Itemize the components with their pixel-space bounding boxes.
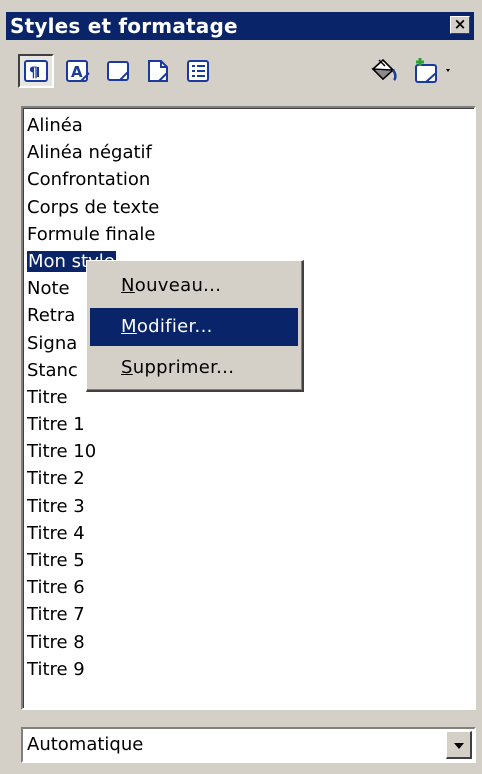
list-styles-icon xyxy=(185,59,211,83)
style-list-item[interactable]: Alinéa xyxy=(27,112,159,139)
style-list-item-label: Titre xyxy=(27,386,68,408)
style-list-item-label: Signa xyxy=(27,332,78,354)
chevron-down-icon xyxy=(453,735,465,754)
style-list-item-label: Titre 8 xyxy=(27,631,85,653)
page-styles-icon xyxy=(145,59,171,83)
style-list-item[interactable]: Titre 5 xyxy=(27,547,159,574)
style-list-item-label: Titre 4 xyxy=(27,522,85,544)
list-styles-button[interactable] xyxy=(180,54,216,88)
style-list-item[interactable]: Alinéa négatif xyxy=(27,139,159,166)
character-styles-icon: A xyxy=(65,59,91,83)
style-list-item[interactable]: Titre 2 xyxy=(27,465,159,492)
style-list-item[interactable]: Titre 1 xyxy=(27,411,159,438)
style-list-item-label: Titre 7 xyxy=(27,604,85,626)
window-title: Styles et formatage xyxy=(10,14,238,38)
style-list-item-label: Confrontation xyxy=(27,169,151,191)
toolbar: ¶ A xyxy=(6,48,474,94)
style-list-item-label: Retra xyxy=(27,305,76,327)
context-menu: Nouveau... Modifier... Supprimer... xyxy=(86,260,304,392)
style-list-item[interactable]: Titre 3 xyxy=(27,493,159,520)
dropdown-button[interactable] xyxy=(446,731,472,759)
style-list-item[interactable]: Titre 7 xyxy=(27,601,159,628)
menu-item-label: odifier... xyxy=(136,316,213,337)
menu-item-accelerator: N xyxy=(121,275,135,296)
style-list-item-label: Alinéa négatif xyxy=(27,142,152,164)
menu-item[interactable]: Modifier... xyxy=(90,308,298,346)
svg-text:¶: ¶ xyxy=(29,65,38,81)
style-list-item[interactable]: Titre 6 xyxy=(27,574,159,601)
menu-item-label: upprimer... xyxy=(132,357,235,378)
menu-item-accelerator: M xyxy=(121,316,137,337)
style-list-item-label: Titre 5 xyxy=(27,550,85,571)
style-list-item-label: Titre 6 xyxy=(27,577,85,599)
paragraph-styles-icon: ¶ xyxy=(24,60,48,82)
style-list-item-label: Stanc xyxy=(27,359,78,381)
character-styles-button[interactable]: A xyxy=(60,54,96,88)
frame-styles-icon xyxy=(105,59,131,83)
menu-item[interactable]: Supprimer... xyxy=(90,349,298,387)
fill-format-mode-button[interactable] xyxy=(366,54,402,88)
page-styles-button[interactable] xyxy=(140,54,176,88)
frame-styles-button[interactable] xyxy=(100,54,136,88)
style-list-item[interactable]: Titre 9 xyxy=(27,656,159,683)
style-list-item-label: Titre 2 xyxy=(27,468,85,490)
style-list-item-label: Titre 10 xyxy=(27,441,97,463)
style-list-item[interactable]: Corps de texte xyxy=(27,194,159,221)
styles-list: Alinéa Alinéa négatif Confrontation Corps d… xyxy=(26,112,159,683)
style-list-item-label: Corps de texte xyxy=(27,196,160,218)
style-list-item-label: Titre 9 xyxy=(27,658,85,680)
style-filter-value: Automatique xyxy=(27,734,144,755)
close-icon: × xyxy=(453,15,467,33)
styles-formatting-window: Styles et formatage × ¶ A Alinéa Alinéa … xyxy=(0,0,482,774)
style-filter-dropdown[interactable]: Automatique xyxy=(21,727,476,763)
menu-item-accelerator: S xyxy=(121,357,133,378)
close-button[interactable]: × xyxy=(450,16,470,34)
menu-item[interactable]: Nouveau... xyxy=(90,267,298,305)
fill-format-mode-icon xyxy=(369,57,399,85)
style-list-item[interactable]: Titre 8 xyxy=(27,629,159,656)
style-list-item-label: Titre 1 xyxy=(27,414,85,436)
menu-item-label: ouveau... xyxy=(134,275,222,296)
style-list-item[interactable]: Titre 4 xyxy=(27,520,159,547)
new-style-from-selection-button[interactable] xyxy=(408,54,456,88)
style-list-item-label: Alinéa xyxy=(27,115,83,136)
svg-text:A: A xyxy=(71,63,83,81)
style-list-item-label: Titre 3 xyxy=(27,495,85,517)
new-style-from-selection-icon xyxy=(410,57,454,85)
style-list-item[interactable]: Titre 10 xyxy=(27,438,159,465)
styles-listbox[interactable]: Alinéa Alinéa négatif Confrontation Corps d… xyxy=(21,106,476,710)
style-list-item-label: Formule finale xyxy=(27,223,156,245)
style-list-item-label: Note xyxy=(27,278,70,300)
style-list-item[interactable]: Confrontation xyxy=(27,166,159,193)
style-list-item[interactable]: Formule finale xyxy=(27,221,159,248)
title-bar[interactable]: Styles et formatage × xyxy=(6,12,474,40)
paragraph-styles-button[interactable]: ¶ xyxy=(18,54,54,88)
